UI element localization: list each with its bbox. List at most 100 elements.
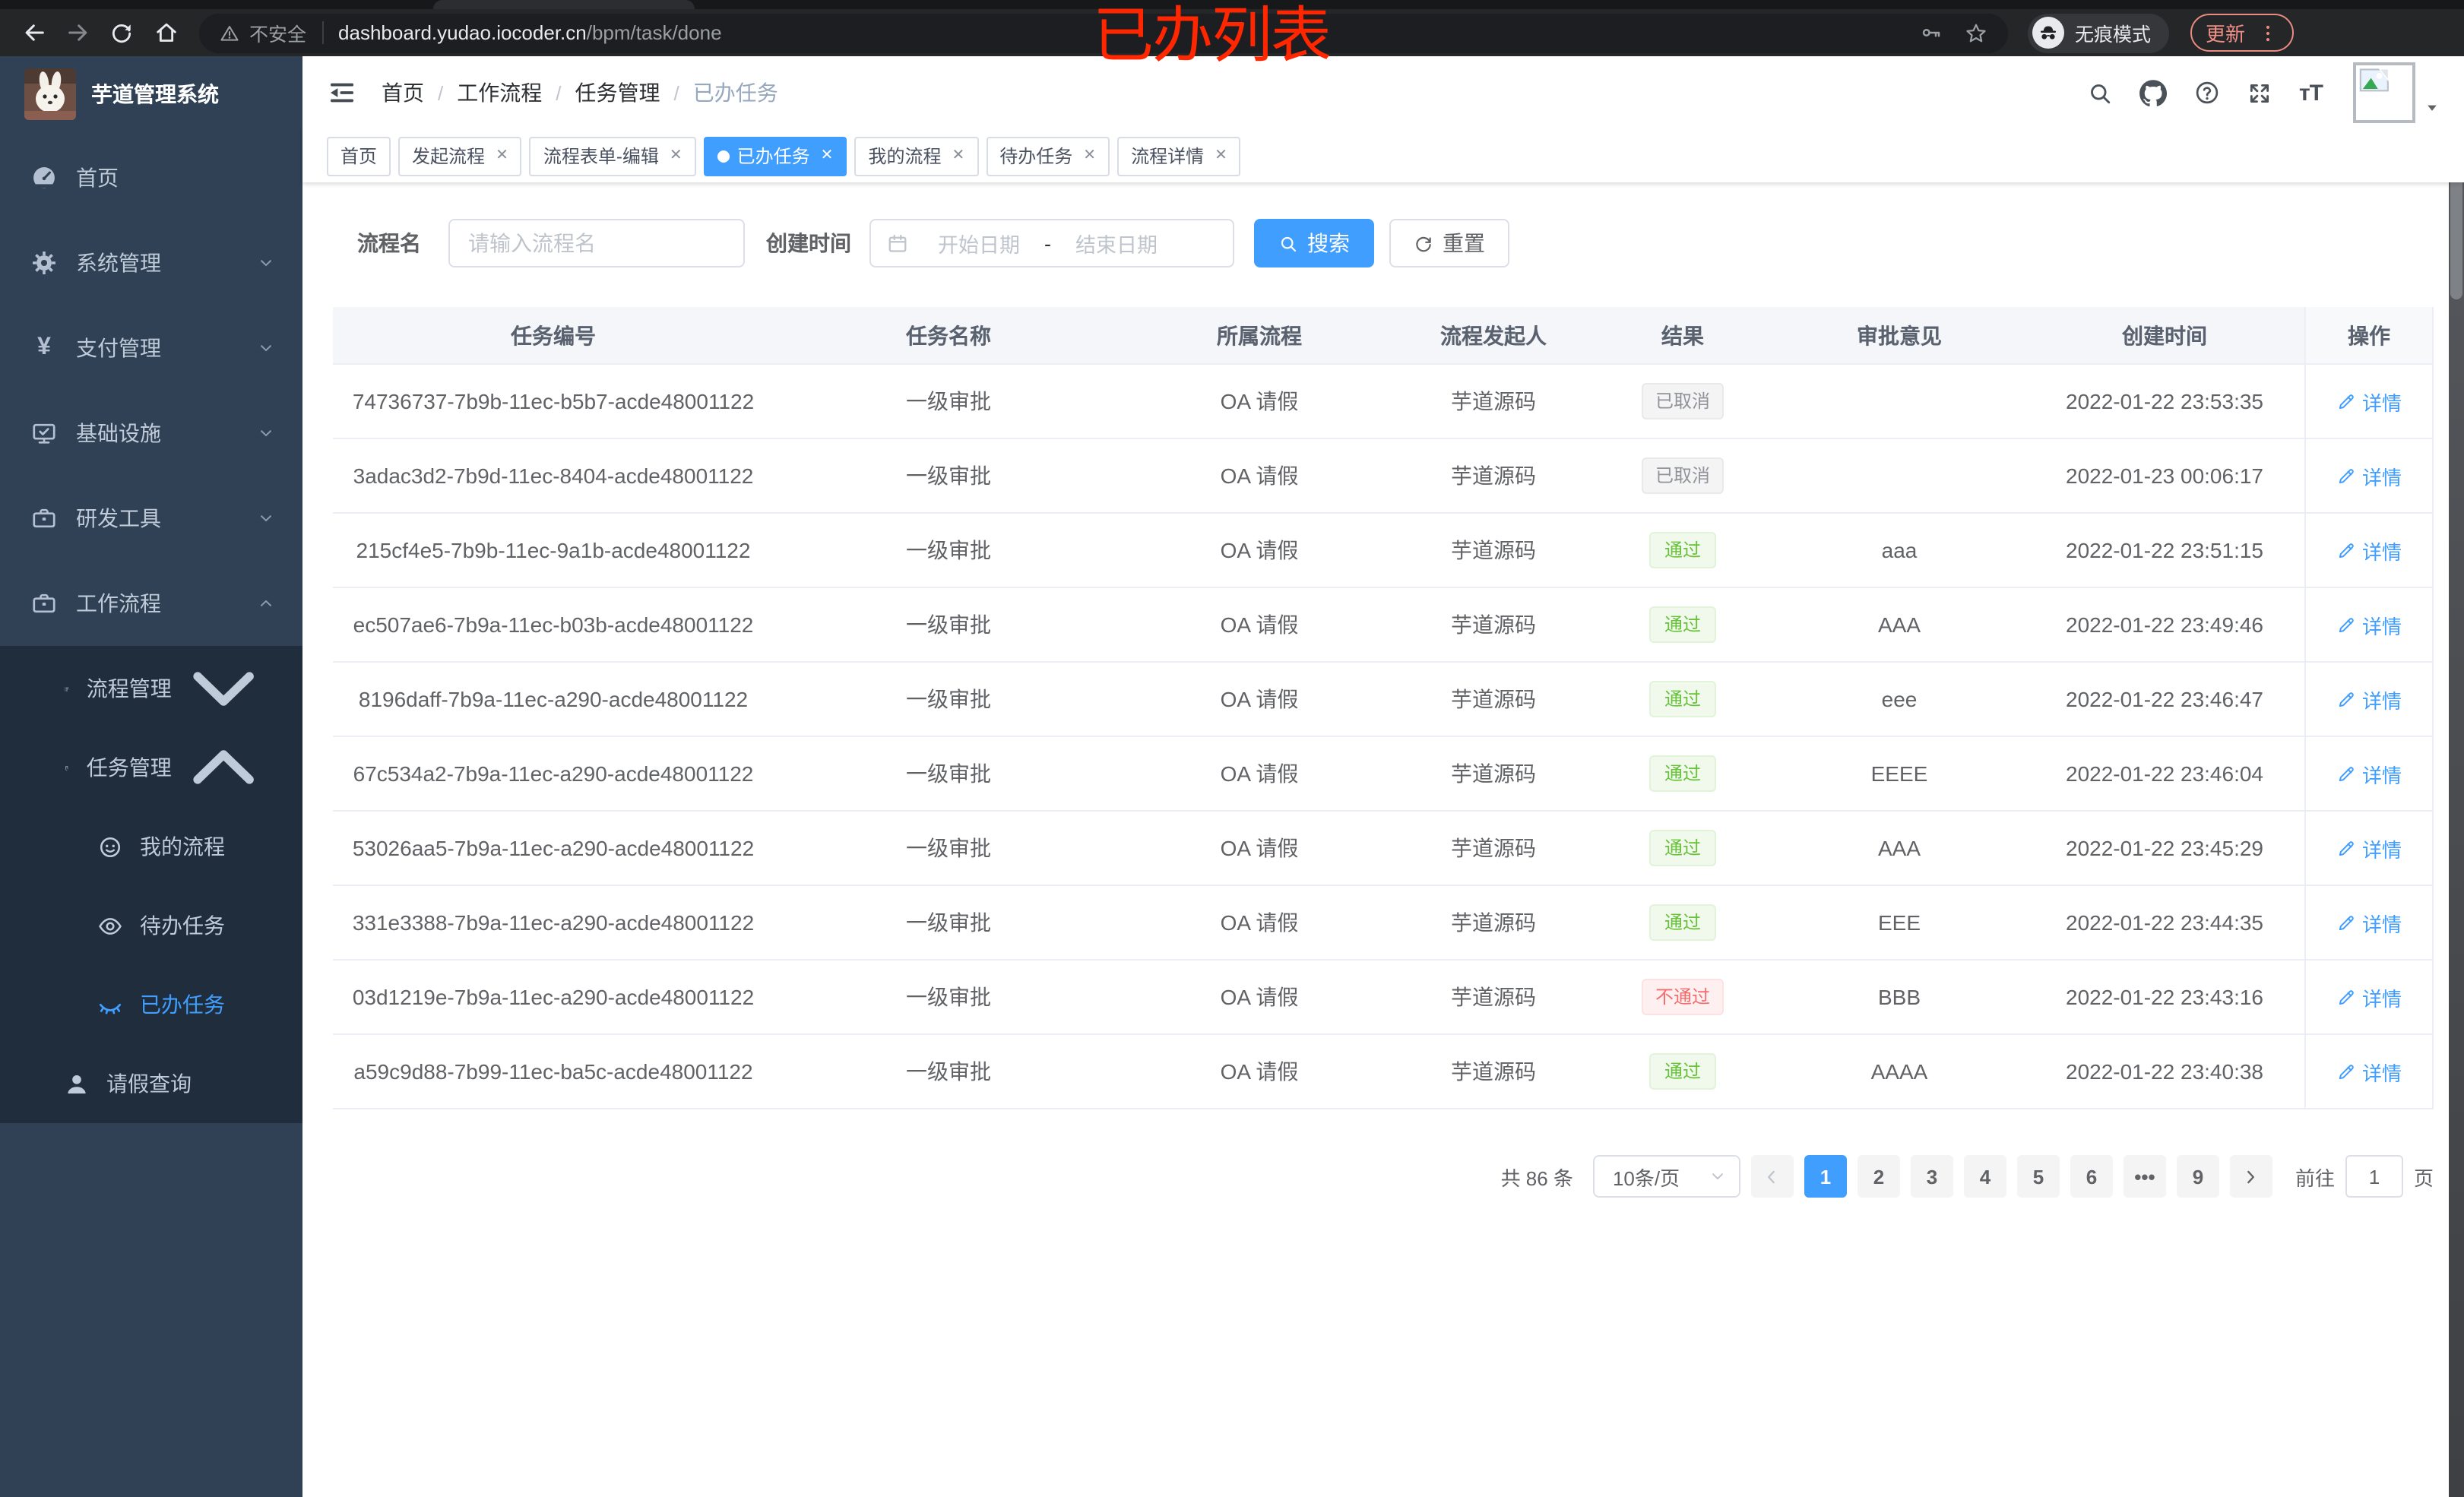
back-button[interactable] bbox=[15, 14, 52, 51]
security-chip[interactable]: 不安全 bbox=[219, 18, 306, 47]
tab[interactable]: 我的流程 ✕ bbox=[854, 136, 979, 176]
fullscreen-icon[interactable] bbox=[2247, 80, 2273, 106]
result-badge: 通过 bbox=[1649, 1053, 1716, 1090]
font-size-icon[interactable]: тT bbox=[2299, 80, 2323, 106]
active-dot bbox=[717, 150, 730, 162]
close-icon[interactable]: ✕ bbox=[821, 147, 834, 163]
cell-task-id: 53026aa5-7b9a-11ec-a290-acde48001122 bbox=[352, 836, 755, 860]
cell-task-id: 74736737-7b9b-11ec-b5b7-acde48001122 bbox=[352, 389, 755, 413]
close-icon[interactable]: ✕ bbox=[496, 147, 508, 163]
detail-link[interactable]: 详情 bbox=[2336, 610, 2402, 639]
cell-task-name: 一级审批 bbox=[906, 836, 991, 860]
search-icon[interactable] bbox=[2088, 80, 2114, 106]
detail-link[interactable]: 详情 bbox=[2336, 759, 2402, 788]
edit-icon bbox=[2336, 466, 2356, 486]
cell-process: OA 请假 bbox=[1220, 538, 1299, 562]
edit-icon bbox=[2336, 689, 2356, 709]
reset-button[interactable]: 重置 bbox=[1389, 219, 1509, 267]
annotation-title: 已办列表 bbox=[1093, 3, 1332, 70]
app-logo-row[interactable]: 芋道管理系统 bbox=[0, 65, 302, 123]
table-row: 74736737-7b9b-11ec-b5b7-acde48001122 一级审… bbox=[333, 365, 2434, 439]
chevron-down-icon bbox=[257, 424, 275, 442]
tab[interactable]: 首页 bbox=[327, 136, 391, 176]
avatar[interactable] bbox=[2353, 62, 2415, 123]
table-row: 8196daff-7b9a-11ec-a290-acde48001122 一级审… bbox=[333, 663, 2434, 737]
breadcrumb-task-mgmt[interactable]: 任务管理 bbox=[575, 78, 660, 108]
breadcrumb-home[interactable]: 首页 bbox=[382, 78, 424, 108]
page-jump-input[interactable] bbox=[2345, 1155, 2403, 1198]
page-button[interactable]: 9 bbox=[2176, 1155, 2219, 1198]
cell-task-name: 一级审批 bbox=[906, 1059, 991, 1084]
browser-menu-icon[interactable] bbox=[2257, 22, 2279, 43]
detail-link[interactable]: 详情 bbox=[2336, 387, 2402, 416]
sidebar-item-task-mgmt[interactable]: 任务管理 bbox=[0, 728, 302, 807]
browser-tab[interactable] bbox=[433, 0, 695, 9]
detail-link[interactable]: 详情 bbox=[2336, 983, 2402, 1011]
breadcrumb-workflow[interactable]: 工作流程 bbox=[457, 78, 542, 108]
page-button[interactable]: ••• bbox=[2123, 1155, 2166, 1198]
tab[interactable]: 发起流程 ✕ bbox=[398, 136, 522, 176]
table-row: 67c534a2-7b9a-11ec-a290-acde48001122 一级审… bbox=[333, 737, 2434, 812]
page-scrollbar[interactable] bbox=[2449, 56, 2464, 1497]
sidebar-item-payment[interactable]: ¥ 支付管理 bbox=[0, 305, 302, 391]
detail-link[interactable]: 详情 bbox=[2336, 834, 2402, 862]
page-button[interactable]: 2 bbox=[1857, 1155, 1900, 1198]
detail-link[interactable]: 详情 bbox=[2336, 1057, 2402, 1086]
edit-icon bbox=[2336, 838, 2356, 858]
detail-link[interactable]: 详情 bbox=[2336, 536, 2402, 565]
page-button[interactable]: 5 bbox=[2016, 1155, 2060, 1198]
tab[interactable]: 流程详情 ✕ bbox=[1117, 136, 1241, 176]
bookmark-star-icon[interactable] bbox=[1964, 21, 1988, 45]
forward-button[interactable] bbox=[59, 14, 96, 51]
chevron-down-icon bbox=[257, 509, 275, 527]
tab[interactable]: 流程表单-编辑 ✕ bbox=[529, 136, 696, 176]
search-button[interactable]: 搜索 bbox=[1254, 219, 1374, 267]
cell-starter: 芋道源码 bbox=[1451, 910, 1536, 935]
prev-page-button[interactable] bbox=[1750, 1155, 1794, 1198]
cell-created: 2022-01-22 23:44:35 bbox=[2066, 910, 2263, 935]
cell-comment bbox=[1774, 439, 2025, 512]
tab[interactable]: 待办任务 ✕ bbox=[986, 136, 1110, 176]
filter-bar: 流程名 创建时间 开始日期 - 结束日期 搜索 重 bbox=[357, 219, 2434, 267]
github-icon[interactable] bbox=[2139, 78, 2168, 107]
close-icon[interactable]: ✕ bbox=[952, 147, 964, 163]
sidebar-item-infra[interactable]: 基础设施 bbox=[0, 391, 302, 476]
close-icon[interactable]: ✕ bbox=[670, 147, 683, 163]
close-icon[interactable]: ✕ bbox=[1215, 147, 1227, 163]
sidebar-item-system[interactable]: 系统管理 bbox=[0, 220, 302, 305]
cell-process: OA 请假 bbox=[1220, 687, 1299, 711]
page-button[interactable]: 4 bbox=[1963, 1155, 2006, 1198]
page-button[interactable]: 6 bbox=[2070, 1155, 2113, 1198]
sidebar-item-done-tasks[interactable]: 已办任务 bbox=[0, 965, 302, 1044]
key-icon[interactable] bbox=[1920, 21, 1943, 44]
caret-down-icon[interactable] bbox=[2424, 100, 2440, 116]
detail-link[interactable]: 详情 bbox=[2336, 685, 2402, 714]
sidebar-item-home[interactable]: 首页 bbox=[0, 135, 302, 220]
refresh-icon bbox=[1414, 233, 1433, 253]
next-page-button[interactable] bbox=[2229, 1155, 2272, 1198]
cell-task-id: 3adac3d2-7b9d-11ec-8404-acde48001122 bbox=[353, 464, 754, 488]
sidebar-collapse-icon[interactable] bbox=[327, 78, 357, 108]
sidebar-item-todo-tasks[interactable]: 待办任务 bbox=[0, 886, 302, 965]
cell-created: 2022-01-22 23:43:16 bbox=[2066, 985, 2263, 1009]
detail-link[interactable]: 详情 bbox=[2336, 908, 2402, 937]
page-button[interactable]: 1 bbox=[1804, 1155, 1847, 1198]
sidebar-item-devtools[interactable]: 研发工具 bbox=[0, 476, 302, 561]
cell-created: 2022-01-22 23:49:46 bbox=[2066, 612, 2263, 637]
browser-update-button[interactable]: 更新 bbox=[2190, 14, 2295, 52]
help-icon[interactable] bbox=[2194, 79, 2222, 106]
page-size-select[interactable]: 10条/页 bbox=[1592, 1155, 1740, 1198]
cell-starter: 芋道源码 bbox=[1451, 389, 1536, 413]
sidebar-item-leave-query[interactable]: 请假查询 bbox=[0, 1044, 302, 1123]
tab[interactable]: 已办任务 ✕ bbox=[703, 136, 847, 176]
process-name-input[interactable] bbox=[448, 219, 745, 267]
home-button[interactable] bbox=[147, 14, 184, 51]
cell-created: 2022-01-22 23:46:47 bbox=[2066, 687, 2263, 711]
cell-process: OA 请假 bbox=[1220, 612, 1299, 637]
close-icon[interactable]: ✕ bbox=[1083, 147, 1096, 163]
page-button[interactable]: 3 bbox=[1910, 1155, 1953, 1198]
date-range-picker[interactable]: 开始日期 - 结束日期 bbox=[869, 219, 1234, 267]
toolbox-icon bbox=[30, 505, 58, 532]
reload-button[interactable] bbox=[103, 14, 140, 51]
detail-link[interactable]: 详情 bbox=[2336, 461, 2402, 490]
